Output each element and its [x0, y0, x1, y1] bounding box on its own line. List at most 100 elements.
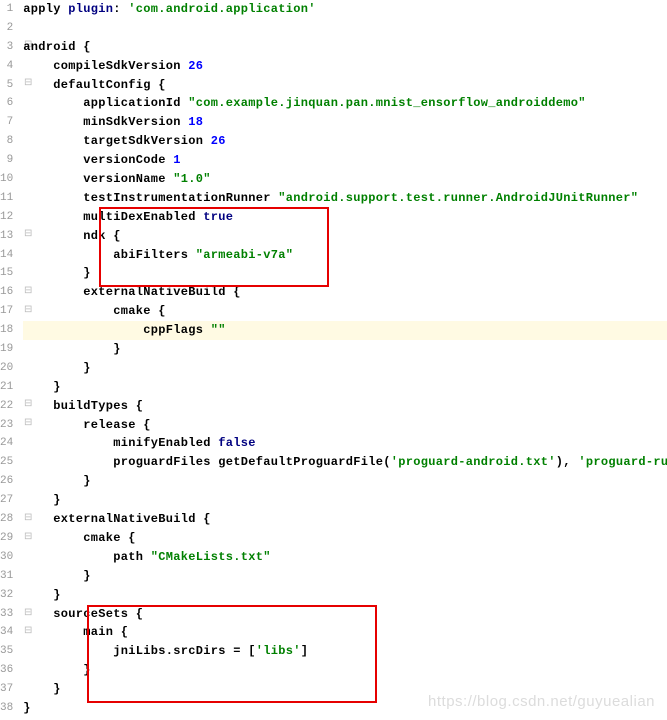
string: "armeabi-v7a" [196, 248, 294, 262]
code-line[interactable]: buildTypes { [23, 397, 667, 416]
line-number: 4 [0, 57, 13, 76]
line-number: 27 [0, 491, 13, 510]
code-line[interactable]: versionName "1.0" [23, 170, 667, 189]
text: multiDexEnabled [23, 210, 203, 224]
line-number: 13 [0, 227, 13, 246]
code-line[interactable]: } [23, 661, 667, 680]
code-line[interactable]: } [23, 472, 667, 491]
code-line[interactable] [23, 19, 667, 38]
line-number: 37 [0, 680, 13, 699]
text: compileSdkVersion [23, 59, 188, 73]
code-line[interactable]: cmake { [23, 302, 667, 321]
line-number: 12 [0, 208, 13, 227]
line-number: 26 [0, 472, 13, 491]
text: externalNativeBuild { [23, 512, 211, 526]
keyword: true [203, 210, 233, 224]
code-line[interactable]: path "CMakeLists.txt" [23, 548, 667, 567]
text: abiFilters [23, 248, 196, 262]
code-line[interactable]: testInstrumentationRunner "android.suppo… [23, 189, 667, 208]
text: versionCode [23, 153, 173, 167]
text: versionName [23, 172, 173, 186]
line-number: 22 [0, 397, 13, 416]
code-line[interactable]: versionCode 1 [23, 151, 667, 170]
text: jniLibs.srcDirs = [ [23, 644, 256, 658]
line-number: 28 [0, 510, 13, 529]
text: } [23, 569, 91, 583]
code-line[interactable]: applicationId "com.example.jinquan.pan.m… [23, 94, 667, 113]
text: path [23, 550, 151, 564]
code-line[interactable]: main { [23, 623, 667, 642]
code-line[interactable]: } [23, 491, 667, 510]
line-number: 36 [0, 661, 13, 680]
code-line[interactable]: } [23, 567, 667, 586]
code-line[interactable]: ndk { [23, 227, 667, 246]
text: cmake { [23, 531, 136, 545]
text: : [113, 2, 128, 16]
code-line[interactable]: sourceSets { [23, 605, 667, 624]
line-numbers-gutter: 1 2 3 4 5 6 7 8 9 10 11 12 13 14 15 16 1… [0, 0, 19, 720]
text: applicationId [23, 96, 188, 110]
code-line[interactable]: externalNativeBuild { [23, 283, 667, 302]
code-line[interactable]: } [23, 359, 667, 378]
string: "android.support.test.runner.AndroidJUni… [278, 191, 638, 205]
text: buildTypes { [23, 399, 143, 413]
string: "" [211, 323, 226, 337]
code-line[interactable]: proguardFiles getDefaultProguardFile('pr… [23, 453, 667, 472]
line-number: 21 [0, 378, 13, 397]
line-number: 17 [0, 302, 13, 321]
text: cppFlags [23, 323, 211, 337]
text: ), [556, 455, 579, 469]
code-line[interactable]: } [23, 340, 667, 359]
text: } [23, 682, 61, 696]
text: } [23, 380, 61, 394]
line-number: 14 [0, 246, 13, 265]
code-line[interactable]: externalNativeBuild { [23, 510, 667, 529]
code-line[interactable]: compileSdkVersion 26 [23, 57, 667, 76]
line-number: 33 [0, 605, 13, 624]
line-number: 3 [0, 38, 13, 57]
code-line[interactable]: multiDexEnabled true [23, 208, 667, 227]
watermark: https://blog.csdn.net/guyuealian [428, 693, 655, 710]
code-line[interactable]: targetSdkVersion 26 [23, 132, 667, 151]
line-number: 35 [0, 642, 13, 661]
string: 'proguard-rules.pro' [578, 455, 667, 469]
code-line[interactable]: android { [23, 38, 667, 57]
text: testInstrumentationRunner [23, 191, 278, 205]
code-line[interactable]: defaultConfig { [23, 76, 667, 95]
number: 26 [211, 134, 226, 148]
code-line[interactable]: cmake { [23, 529, 667, 548]
line-number: 2 [0, 19, 13, 38]
line-number: 34 [0, 623, 13, 642]
code-editor: 1 2 3 4 5 6 7 8 9 10 11 12 13 14 15 16 1… [0, 0, 667, 720]
code-line-highlighted[interactable]: cppFlags "" [23, 321, 667, 340]
text: targetSdkVersion [23, 134, 211, 148]
code-line[interactable]: } [23, 264, 667, 283]
text: } [23, 342, 121, 356]
code-area[interactable]: apply plugin: 'com.android.application' … [19, 0, 667, 720]
string: "CMakeLists.txt" [151, 550, 271, 564]
line-number: 5 [0, 76, 13, 95]
code-line[interactable]: } [23, 586, 667, 605]
code-line[interactable]: release { [23, 416, 667, 435]
text: release { [23, 418, 151, 432]
string: 'libs' [256, 644, 301, 658]
string: "1.0" [173, 172, 211, 186]
line-number: 1 [0, 0, 13, 19]
text: sourceSets { [23, 607, 143, 621]
line-number: 18 [0, 321, 13, 340]
text: externalNativeBuild { [23, 285, 241, 299]
code-line[interactable]: } [23, 378, 667, 397]
code-line[interactable]: apply plugin: 'com.android.application' [23, 0, 667, 19]
string: 'proguard-android.txt' [391, 455, 556, 469]
number: 26 [188, 59, 203, 73]
text: minSdkVersion [23, 115, 188, 129]
line-number: 10 [0, 170, 13, 189]
line-number: 30 [0, 548, 13, 567]
code-line[interactable]: abiFilters "armeabi-v7a" [23, 246, 667, 265]
code-line[interactable]: minSdkVersion 18 [23, 113, 667, 132]
line-number: 16 [0, 283, 13, 302]
text: } [23, 474, 91, 488]
line-number: 7 [0, 113, 13, 132]
code-line[interactable]: minifyEnabled false [23, 434, 667, 453]
code-line[interactable]: jniLibs.srcDirs = ['libs'] [23, 642, 667, 661]
